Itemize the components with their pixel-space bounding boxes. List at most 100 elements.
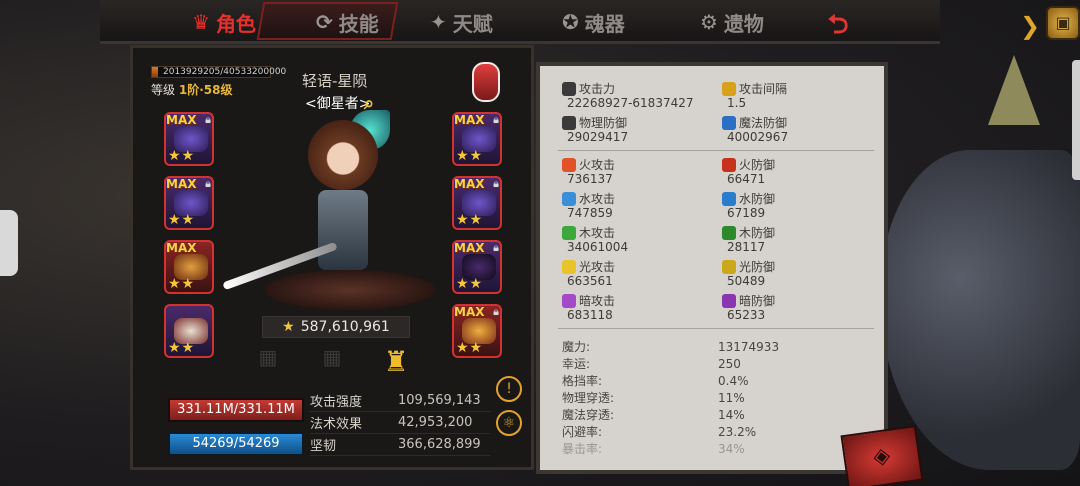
tab-relic[interactable]: ⚙ 遗物 [700,6,764,38]
misc-stat-row: 暴击率: 34% [562,440,872,457]
character-icon: ♛ [192,10,210,34]
side-handle-right[interactable] [1072,60,1080,180]
stat-value: 28117 [727,240,766,254]
attribute-value: 109,569,143 [398,393,481,408]
tab-soul-artifact[interactable]: ✪ 魂器 [562,6,625,38]
lock-icon: 🔒︎ [493,305,499,318]
misc-stat-value: 11% [718,390,745,405]
sword-icon [562,82,576,96]
atom-icon[interactable]: ⚛ [496,410,522,436]
health-bar: 331.11M/331.11M [168,398,304,422]
active-armor-set-icon[interactable]: ♜ [378,345,414,378]
back-button[interactable]: ⮌ [808,6,868,40]
water-shield-icon [722,192,736,206]
stat-value: 34061004 [567,240,629,254]
stat-label: 火防御 [739,158,776,172]
star-rating: ★★ [168,212,196,228]
misc-stat-label: 魔法穿透: [562,408,615,422]
max-badge: MAX [454,113,485,127]
stat-label: 水攻击 [579,192,616,206]
misc-stat-label: 幸运: [562,357,591,371]
light-shield-icon [722,260,736,274]
stat-value: 683118 [567,308,613,322]
stat-label: 火攻击 [579,158,616,172]
misc-stat-row: 格挡率: 0.4% [562,372,872,389]
hero-name: 轻语-星陨 [302,72,368,90]
wood-icon [562,226,576,240]
star-rating: ★★ [456,276,484,292]
misc-stat-label: 暴击率: [562,442,603,456]
sort-seal-icon[interactable]: ◈ [840,424,924,486]
equipment-slot-right-4[interactable]: MAX 🔒︎ ★★ [452,304,502,358]
attribute-info-icon[interactable]: ! [496,376,522,402]
stat-label: 木攻击 [579,226,616,240]
mana-bar: 54269/54269 [168,432,304,456]
stat-label: 光防御 [739,260,776,274]
armor-set-icon[interactable]: ▦ [314,345,350,371]
star-rating: ★★ [456,212,484,228]
stat-magic-defense: 魔法防御 40002967 [722,116,788,144]
stat-wood-attack: 木攻击 34061004 [562,226,628,254]
lock-icon: 🔒︎ [493,177,499,190]
misc-stats: 魔力: 13174933 幸运: 250 格挡率: 0.4% 物理穿透: 11% 魔法穿… [562,338,872,457]
equipment-slot-left-2[interactable]: MAX 🔒︎ ★★ [164,176,214,230]
fire-icon [562,158,576,172]
stat-label: 攻击间隔 [739,82,788,96]
equipment-slot-left-1[interactable]: MAX 🔒︎ ★★ [164,112,214,166]
star-rating: ★★ [168,148,196,164]
equipment-slot-left-3[interactable]: MAX ★★ [164,240,214,294]
star-rating: ★★ [456,340,484,356]
level-display: 等级 1阶·58级 [151,81,232,98]
chevron-right-icon[interactable]: ❯ [1020,12,1040,40]
light-icon [562,260,576,274]
stat-value: 29029417 [567,130,629,144]
max-badge: MAX [166,177,197,191]
misc-stat-row: 闪避率: 23.2% [562,423,872,440]
attribute-label: 攻击强度 [310,395,363,410]
background-crystal [988,55,1040,125]
stat-label: 光攻击 [579,260,616,274]
tab-character[interactable]: ♛ 角色 [192,6,256,38]
treasure-chest-icon[interactable]: ▣ [1046,6,1080,40]
fire-shield-icon [722,158,736,172]
tab-talent[interactable]: ✦ 天赋 [430,6,493,38]
stat-dark-defense: 暗防御 65233 [722,294,775,322]
attribute-row: 攻击强度 109,569,143 [310,390,490,412]
stat-fire-attack: 火攻击 736137 [562,158,615,186]
stat-value: 50489 [727,274,766,288]
equipment-slot-right-2[interactable]: MAX 🔒︎ ★★ [452,176,502,230]
stat-value: 736137 [567,172,613,186]
max-badge: MAX [454,305,485,319]
divider [558,150,874,151]
misc-stat-value: 23.2% [718,424,757,439]
stat-label: 木防御 [739,226,776,240]
stat-label: 水防御 [739,192,776,206]
misc-stat-row: 魔法穿透: 14% [562,406,872,423]
equipment-slot-right-3[interactable]: MAX 🔒︎ ★★ [452,240,502,294]
stat-water-attack: 水攻击 747859 [562,192,615,220]
tab-skill[interactable]: ⟳ 技能 [316,6,379,38]
hero-portrait[interactable] [222,110,420,300]
equipment-slot-left-4[interactable]: ★★ [164,304,214,358]
max-badge: MAX [454,177,485,191]
stat-value: 40002967 [727,130,789,144]
stat-attack: 攻击力 22268927-61837427 [562,82,694,110]
misc-stat-value: 13174933 [718,339,780,354]
speed-icon [722,82,736,96]
misc-stat-value: 14% [718,407,745,422]
stat-value: 65233 [727,308,766,322]
lock-icon: 🔒︎ [493,241,499,254]
misc-stat-row: 魔力: 13174933 [562,338,872,355]
misc-stat-label: 物理穿透: [562,391,615,405]
side-handle-left[interactable] [0,210,18,276]
max-badge: MAX [166,241,197,255]
hero-armor [318,190,368,270]
misc-stat-label: 魔力: [562,340,591,354]
shield-icon [562,116,576,130]
star-rating: ★★ [456,148,484,164]
misc-stat-label: 闪避率: [562,425,603,439]
equipment-slot-right-1[interactable]: MAX 🔒︎ ★★ [452,112,502,166]
armor-set-icon[interactable]: ▦ [250,345,286,371]
hero-head [308,120,378,190]
potion-icon[interactable] [472,62,500,102]
